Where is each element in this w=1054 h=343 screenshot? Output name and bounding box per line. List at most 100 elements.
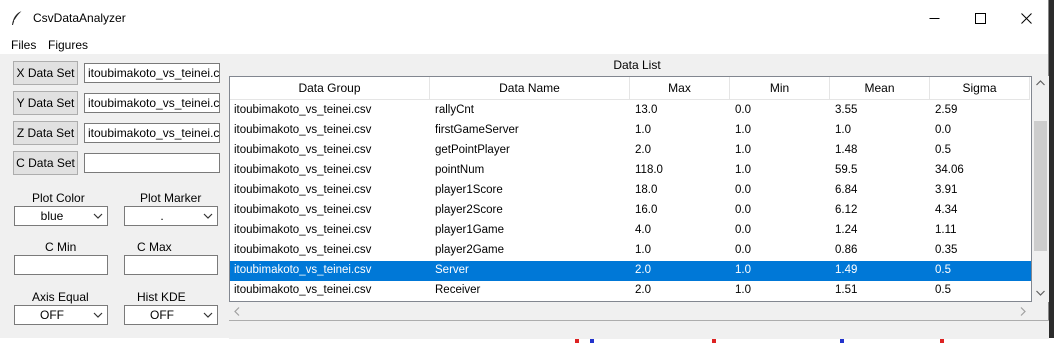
table-cell: 16.0 <box>635 204 658 216</box>
table-cell: Server <box>435 264 469 276</box>
table-row[interactable]: itoubimakoto_vs_teinei.csv player2Game 1.0… <box>230 241 1031 261</box>
horizontal-scrollbar[interactable] <box>229 302 1032 319</box>
table-cell: player2Score <box>435 204 503 216</box>
chevron-down-icon <box>203 312 213 318</box>
app-window: CsvDataAnalyzer Files Figures X Data Set… <box>0 0 1049 339</box>
scroll-up-icon[interactable] <box>1036 80 1045 86</box>
scroll-left-icon[interactable] <box>234 307 240 316</box>
c-min-field[interactable] <box>14 255 108 275</box>
table-cell: firstGameServer <box>435 124 519 136</box>
chevron-down-icon <box>93 312 103 318</box>
table-cell: 0.5 <box>935 284 951 296</box>
table-cell: itoubimakoto_vs_teinei.csv <box>234 104 372 116</box>
c-max-label: C Max <box>137 240 172 254</box>
table-cell: player1Score <box>435 184 503 196</box>
table-cell: pointNum <box>435 164 485 176</box>
table-cell: 0.0 <box>735 244 751 256</box>
table-cell: 0.5 <box>935 144 951 156</box>
table-row[interactable]: itoubimakoto_vs_teinei.csv getPointPlayer… <box>230 141 1031 161</box>
table-cell: 118.0 <box>635 164 663 176</box>
table-cell: 0.0 <box>735 184 751 196</box>
hist-kde-label: Hist KDE <box>137 290 186 304</box>
table-cell: itoubimakoto_vs_teinei.csv <box>234 264 372 276</box>
menu-figures[interactable]: Figures <box>48 38 88 52</box>
plot-color-value: blue <box>40 209 64 223</box>
table-row[interactable]: itoubimakoto_vs_teinei.csv pointNum 118.0 1… <box>230 161 1031 181</box>
scroll-right-icon[interactable] <box>1020 307 1026 316</box>
x-data-field[interactable]: itoubimakoto_vs_teinei.csv <box>84 63 220 83</box>
table-cell: itoubimakoto_vs_teinei.csv <box>234 224 372 236</box>
minimize-button[interactable] <box>911 0 957 36</box>
table-row[interactable]: itoubimakoto_vs_teinei.csv Receiver 2.0 1.0… <box>230 281 1031 301</box>
table-cell: rallyCnt <box>435 104 474 116</box>
column-header[interactable]: Data Name <box>430 77 630 100</box>
table-cell: 1.0 <box>735 164 751 176</box>
table-cell: getPointPlayer <box>435 144 510 156</box>
table-cell: 18.0 <box>635 184 658 196</box>
axis-equal-label: Axis Equal <box>32 290 89 304</box>
maximize-button[interactable] <box>957 0 1003 36</box>
table-cell: 1.51 <box>835 284 858 296</box>
table-cell: itoubimakoto_vs_teinei.csv <box>234 124 372 136</box>
plot-marker-label: Plot Marker <box>140 191 202 205</box>
table-cell: 0.86 <box>835 244 858 256</box>
column-header[interactable]: Sigma <box>930 77 1030 100</box>
vertical-scrollbar[interactable] <box>1032 76 1049 302</box>
c-data-set-button[interactable]: C Data Set <box>13 151 78 175</box>
window-title: CsvDataAnalyzer <box>33 11 126 25</box>
c-data-field[interactable] <box>84 153 220 173</box>
table-cell: 1.0 <box>635 124 651 136</box>
table-cell: 1.24 <box>835 224 858 236</box>
table-cell: 1.48 <box>835 144 858 156</box>
x-data-set-button[interactable]: X Data Set <box>13 61 78 85</box>
close-button[interactable] <box>1003 0 1049 36</box>
table-row[interactable]: itoubimakoto_vs_teinei.csv firstGameServe… <box>230 121 1031 141</box>
table-cell: 4.0 <box>635 224 651 236</box>
table-cell: Receiver <box>435 284 481 296</box>
data-list-table[interactable]: Data Group Data Name Max Min Mean Sigma … <box>229 76 1032 302</box>
table-cell: 1.0 <box>835 124 851 136</box>
column-header[interactable]: Max <box>630 77 730 100</box>
menu-files[interactable]: Files <box>11 38 36 52</box>
chevron-down-icon <box>203 213 213 219</box>
table-header: Data Group Data Name Max Min Mean Sigma <box>230 77 1031 101</box>
plot-marker-value: . <box>160 209 164 223</box>
y-data-field[interactable]: itoubimakoto_vs_teinei.csv <box>84 93 220 113</box>
table-cell: itoubimakoto_vs_teinei.csv <box>234 144 372 156</box>
menu-bar: Files Figures <box>0 36 1048 54</box>
plot-marker-select[interactable]: . <box>124 206 218 226</box>
title-bar[interactable]: CsvDataAnalyzer <box>0 0 1048 36</box>
column-header[interactable]: Data Group <box>230 77 430 100</box>
scroll-down-icon[interactable] <box>1036 290 1045 296</box>
z-data-set-button[interactable]: Z Data Set <box>13 121 78 145</box>
hist-kde-value: OFF <box>150 308 174 322</box>
column-header[interactable]: Mean <box>830 77 930 100</box>
table-row[interactable]: itoubimakoto_vs_teinei.csv Server 2.0 1.0 1.… <box>230 261 1031 281</box>
table-row[interactable]: itoubimakoto_vs_teinei.csv player1Score 18… <box>230 181 1031 201</box>
column-header[interactable]: Min <box>730 77 830 100</box>
table-cell: 4.34 <box>935 204 958 216</box>
maximize-icon <box>974 12 986 24</box>
axis-equal-select[interactable]: OFF <box>14 305 108 325</box>
table-cell: 0.0 <box>735 224 751 236</box>
feather-icon <box>12 10 23 25</box>
table-cell: 6.84 <box>835 184 858 196</box>
plot-color-select[interactable]: blue <box>14 206 108 226</box>
hist-kde-select[interactable]: OFF <box>124 305 218 325</box>
table-cell: itoubimakoto_vs_teinei.csv <box>234 164 372 176</box>
table-cell: 6.12 <box>835 204 858 216</box>
background-window-edge <box>1049 0 1054 343</box>
c-max-field[interactable] <box>124 255 218 275</box>
y-data-set-button[interactable]: Y Data Set <box>13 91 78 115</box>
chevron-down-icon <box>93 213 103 219</box>
table-cell: 13.0 <box>635 104 658 116</box>
table-row[interactable]: itoubimakoto_vs_teinei.csv player2Score 16… <box>230 201 1031 221</box>
table-cell: 3.55 <box>835 104 858 116</box>
z-data-field[interactable]: itoubimakoto_vs_teinei.csv <box>84 123 220 143</box>
table-row[interactable]: itoubimakoto_vs_teinei.csv rallyCnt 13.0 0.… <box>230 101 1031 121</box>
table-row[interactable]: itoubimakoto_vs_teinei.csv player1Game 4.0… <box>230 221 1031 241</box>
table-cell: 0.0 <box>935 124 951 136</box>
table-cell: 1.49 <box>835 264 858 276</box>
minimize-icon <box>929 17 939 19</box>
vertical-scroll-thumb[interactable] <box>1034 121 1047 251</box>
